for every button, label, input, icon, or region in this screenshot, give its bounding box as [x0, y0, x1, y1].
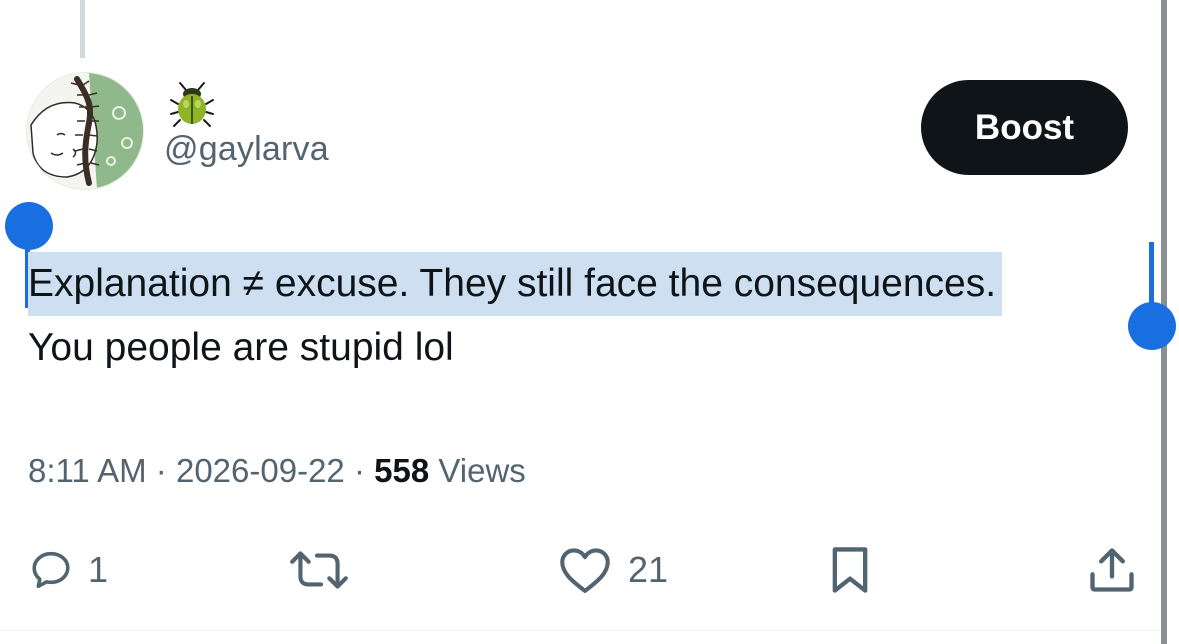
author-handle[interactable]: @gaylarva	[164, 130, 329, 169]
tweet-date[interactable]: 2026-09-22	[176, 452, 345, 489]
avatar-illustration	[27, 73, 143, 189]
like-count: 21	[628, 549, 669, 590]
reply-count: 1	[88, 549, 109, 590]
tweet-time[interactable]: 8:11 AM	[28, 452, 147, 489]
tweet-meta: 8:11 AM · 2026-09-22 · 558 Views	[28, 452, 526, 490]
thread-connector-line	[80, 0, 85, 58]
views-label: Views	[429, 452, 526, 489]
display-name-beetle-icon[interactable]	[168, 80, 216, 128]
tweet-action-bar: 1 21	[0, 535, 1179, 605]
tweet-detail-view: @gaylarva Boost Explanation ≠ excuse. Th…	[0, 0, 1179, 644]
meta-separator: ·	[146, 452, 176, 489]
heart-icon	[560, 548, 610, 593]
selection-start-handle[interactable]	[5, 202, 53, 250]
tweet-text-line: You people are stupid lol	[28, 326, 454, 369]
share-button[interactable]	[1086, 535, 1138, 605]
repost-icon	[290, 551, 348, 589]
bookmark-button[interactable]	[826, 535, 874, 605]
boost-button[interactable]: Boost	[921, 80, 1128, 175]
avatar[interactable]	[26, 72, 144, 190]
selection-end-handle[interactable]	[1128, 302, 1176, 350]
tweet-text-line-selected: Explanation ≠ excuse. They still face th…	[28, 252, 1003, 316]
bookmark-icon	[832, 547, 868, 593]
reply-icon	[32, 551, 70, 589]
like-button[interactable]: 21	[556, 535, 668, 605]
repost-button[interactable]	[286, 535, 352, 605]
reply-button[interactable]: 1	[28, 535, 108, 605]
tweet-text: Explanation ≠ excuse. They still face th…	[28, 252, 1003, 380]
divider	[0, 630, 1160, 631]
meta-separator: ·	[344, 452, 375, 489]
views-count: 558	[374, 452, 430, 489]
share-icon	[1090, 548, 1134, 592]
